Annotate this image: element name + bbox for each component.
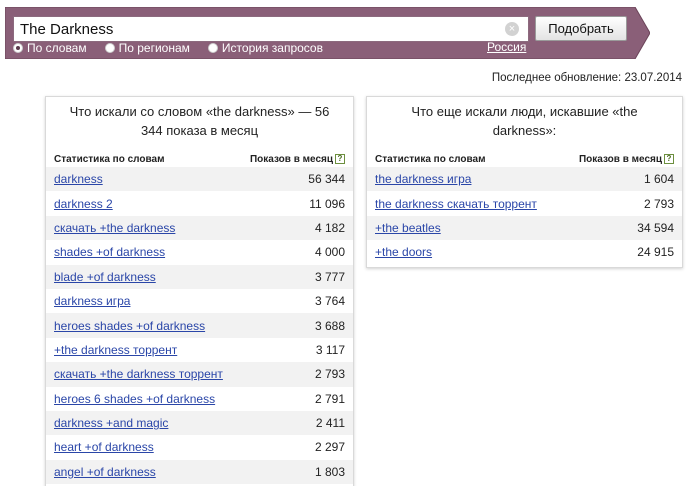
- related-queries-rows: the darkness игра 1 604 the darkness скач…: [367, 167, 682, 265]
- mode-by-words-label: По словам: [27, 41, 87, 55]
- impression-count: 1 604: [643, 172, 674, 187]
- keyword-stats-panel: Что искали со словом «the darkness» — 56…: [45, 96, 354, 486]
- impression-count: 3 777: [314, 269, 345, 284]
- table-row: heart +of darkness 2 297: [46, 435, 353, 459]
- search-input[interactable]: [13, 16, 529, 42]
- impression-count: 3 117: [315, 342, 345, 357]
- radio-by-regions[interactable]: [104, 43, 115, 53]
- table-row: the darkness игра 1 604: [367, 167, 682, 192]
- impression-count: 2 791: [314, 391, 345, 406]
- keyword-link[interactable]: heroes shades +of darkness: [54, 319, 205, 333]
- keyword-link[interactable]: darkness игра: [54, 294, 130, 308]
- impression-count: 56 344: [308, 172, 345, 187]
- table-row: angel +of darkness 1 803: [46, 459, 353, 485]
- related-queries-panel: Что еще искали люди, искавшие «the darkn…: [366, 96, 683, 268]
- impression-count: 2 793: [314, 367, 345, 382]
- keyword-link[interactable]: angel +of darkness: [54, 465, 156, 479]
- table-row: darkness +and magic 2 411: [46, 410, 353, 436]
- radio-query-history[interactable]: [207, 43, 218, 53]
- table-row: blade +of darkness 3 777: [46, 264, 353, 289]
- keyword-link[interactable]: heart +of darkness: [54, 440, 154, 454]
- keyword-link[interactable]: shades +of darkness: [54, 245, 165, 259]
- submit-button[interactable]: Подобрать: [535, 16, 627, 41]
- column-header-phrase: Статистика по словам: [375, 153, 486, 165]
- search-mode-selector: По словам По регионам История запросов: [13, 40, 341, 56]
- keyword-link[interactable]: скачать +the darkness: [54, 221, 175, 235]
- clear-search-icon[interactable]: ×: [505, 22, 519, 36]
- impression-count: 11 096: [309, 196, 345, 211]
- impression-count: 4 000: [314, 245, 345, 260]
- table-row: darkness 56 344: [46, 167, 353, 192]
- column-header-count: Показов в месяц: [578, 153, 662, 165]
- keyword-link[interactable]: скачать +the darkness торрент: [54, 367, 223, 381]
- table-row: darkness 2 11 096: [46, 191, 353, 215]
- search-header-bar: × Подобрать По словам По регионам Истори…: [5, 7, 650, 59]
- table-row: heroes 6 shades +of darkness 2 791: [46, 387, 353, 411]
- mode-by-words[interactable]: По словам: [13, 41, 87, 55]
- mode-by-regions[interactable]: По регионам: [104, 41, 190, 55]
- keyword-link[interactable]: darkness 2: [54, 197, 113, 211]
- related-queries-title: Что еще искали люди, искавшие «the darkn…: [411, 104, 638, 138]
- keyword-stats-title: Что искали со словом «the darkness» — 56…: [69, 104, 330, 138]
- impression-count: 2 793: [643, 196, 674, 211]
- table-row: скачать +the darkness торрент 2 793: [46, 362, 353, 387]
- impression-count: 24 915: [637, 245, 674, 260]
- table-row: +the darkness торрент 3 117: [46, 338, 353, 362]
- last-update-text: Последнее обновление: 23.07.2014: [491, 72, 682, 84]
- keyword-link[interactable]: the darkness игра: [375, 172, 471, 186]
- keyword-stats-rows: darkness 56 344 darkness 2 11 096 скачать …: [46, 167, 353, 485]
- related-queries-header: Статистика по словам Показов в месяц ?: [367, 151, 682, 167]
- radio-by-words[interactable]: [13, 43, 23, 53]
- impression-count: 34 594: [637, 220, 674, 235]
- table-row: +the doors 24 915: [367, 240, 682, 264]
- mode-by-regions-label: По регионам: [118, 41, 190, 55]
- impression-count: 1 803: [314, 464, 345, 479]
- keyword-stats-header: Статистика по словам Показов в месяц ?: [46, 151, 353, 167]
- mode-query-history[interactable]: История запросов: [207, 41, 323, 55]
- impression-count: 3 764: [314, 294, 345, 309]
- impression-count: 3 688: [314, 318, 345, 333]
- table-row: the darkness скачать торрент 2 793: [367, 191, 682, 215]
- keyword-link[interactable]: darkness: [54, 172, 103, 186]
- table-row: shades +of darkness 4 000: [46, 240, 353, 264]
- keyword-link[interactable]: the darkness скачать торрент: [375, 197, 537, 211]
- table-row: darkness игра 3 764: [46, 289, 353, 313]
- keyword-link[interactable]: darkness +and magic: [54, 416, 168, 430]
- keyword-link[interactable]: heroes 6 shades +of darkness: [54, 392, 215, 406]
- help-icon[interactable]: ?: [335, 154, 345, 164]
- impression-count: 2 297: [314, 440, 345, 455]
- impression-count: 4 182: [314, 220, 345, 235]
- table-row: heroes shades +of darkness 3 688: [46, 313, 353, 338]
- keyword-link[interactable]: +the doors: [375, 245, 432, 259]
- keyword-link[interactable]: +the beatles: [375, 221, 441, 235]
- keyword-link[interactable]: +the darkness торрент: [54, 343, 177, 357]
- keyword-link[interactable]: blade +of darkness: [54, 270, 156, 284]
- impression-count: 2 411: [315, 416, 345, 431]
- region-link[interactable]: Россия: [487, 40, 526, 54]
- table-row: +the beatles 34 594: [367, 215, 682, 241]
- mode-query-history-label: История запросов: [221, 41, 323, 55]
- table-row: скачать +the darkness 4 182: [46, 215, 353, 241]
- column-header-count: Показов в месяц: [249, 153, 333, 165]
- help-icon[interactable]: ?: [664, 154, 674, 164]
- column-header-phrase: Статистика по словам: [54, 153, 165, 165]
